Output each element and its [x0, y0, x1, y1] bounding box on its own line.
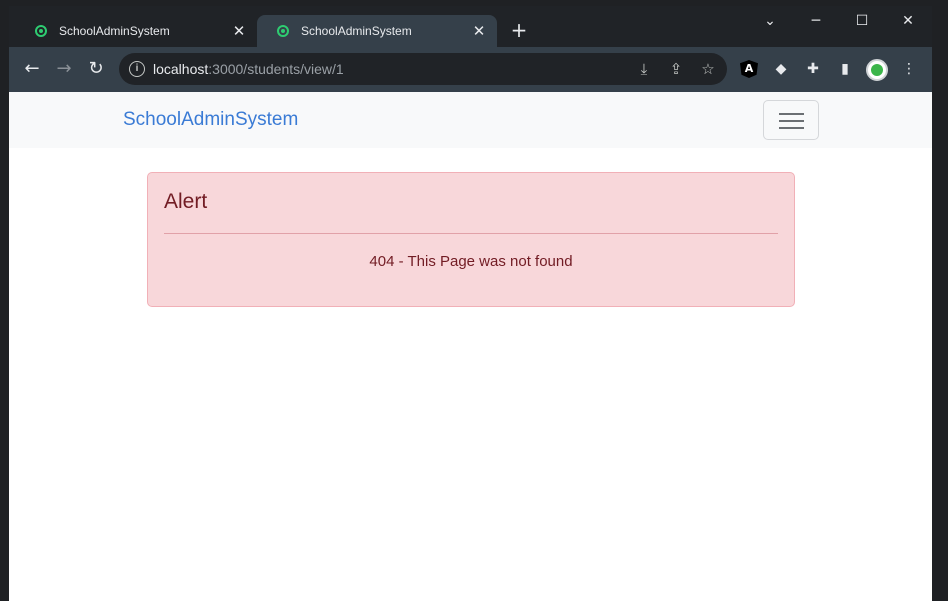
- layers-extension-icon[interactable]: ◆: [772, 60, 790, 78]
- url-host: localhost: [153, 61, 209, 77]
- side-panel-icon[interactable]: ▮: [836, 60, 854, 78]
- alert-heading: Alert: [164, 190, 208, 213]
- browser-window: SchoolAdminSystem ✕ SchoolAdminSystem ✕ …: [9, 6, 932, 601]
- navbar-toggler-button[interactable]: [763, 100, 819, 140]
- profile-avatar[interactable]: [866, 59, 888, 81]
- app-navbar: SchoolAdminSystem: [9, 92, 932, 148]
- share-icon[interactable]: ⇪: [667, 60, 685, 78]
- angular-devtools-icon[interactable]: A: [740, 60, 758, 78]
- maximize-icon[interactable]: ☐: [851, 10, 873, 32]
- navbar-brand[interactable]: SchoolAdminSystem: [123, 109, 298, 131]
- alert-danger-box: Alert 404 - This Page was not found: [147, 172, 795, 307]
- alert-message: 404 - This Page was not found: [369, 253, 573, 270]
- tab-close-icon[interactable]: ✕: [471, 23, 487, 39]
- back-arrow-icon[interactable]: ←: [21, 58, 43, 80]
- install-icon[interactable]: ⤓: [635, 60, 653, 78]
- site-info-icon[interactable]: i: [129, 61, 145, 77]
- bookmark-star-icon[interactable]: ☆: [699, 60, 717, 78]
- tab-schooladminsystem-2[interactable]: SchoolAdminSystem ✕: [257, 15, 497, 47]
- extensions-puzzle-icon[interactable]: ✚: [804, 60, 822, 78]
- favicon-icon: [277, 25, 289, 37]
- url-text[interactable]: localhost:3000/students/view/1: [153, 61, 344, 77]
- reload-icon[interactable]: ↻: [85, 58, 107, 80]
- new-tab-plus-icon[interactable]: +: [509, 20, 529, 40]
- minimize-icon[interactable]: ─: [805, 10, 827, 32]
- tab-title: SchoolAdminSystem: [301, 24, 412, 38]
- address-bar[interactable]: i localhost:3000/students/view/1 ⤓ ⇪ ☆: [119, 53, 727, 85]
- favicon-icon: [35, 25, 47, 37]
- tab-title: SchoolAdminSystem: [59, 24, 170, 38]
- tab-close-icon[interactable]: ✕: [231, 23, 247, 39]
- browser-toolbar: ← → ↻ i localhost:3000/students/view/1 ⤓…: [9, 47, 932, 92]
- tab-search-chevron-icon[interactable]: ⌄: [759, 10, 781, 32]
- page-content: SchoolAdminSystem Alert 404 - This Page …: [9, 92, 932, 601]
- url-path: :3000/students/view/1: [208, 61, 344, 77]
- hamburger-line: [779, 113, 804, 115]
- hamburger-line: [779, 127, 804, 129]
- menu-kebab-icon[interactable]: ⋮: [900, 60, 918, 78]
- window-close-icon[interactable]: ✕: [897, 10, 919, 32]
- tab-strip: SchoolAdminSystem ✕ SchoolAdminSystem ✕ …: [9, 6, 932, 47]
- alert-divider: [164, 233, 778, 234]
- tab-schooladminsystem-1[interactable]: SchoolAdminSystem ✕: [15, 15, 257, 47]
- forward-arrow-icon[interactable]: →: [53, 58, 75, 80]
- hamburger-line: [779, 120, 804, 122]
